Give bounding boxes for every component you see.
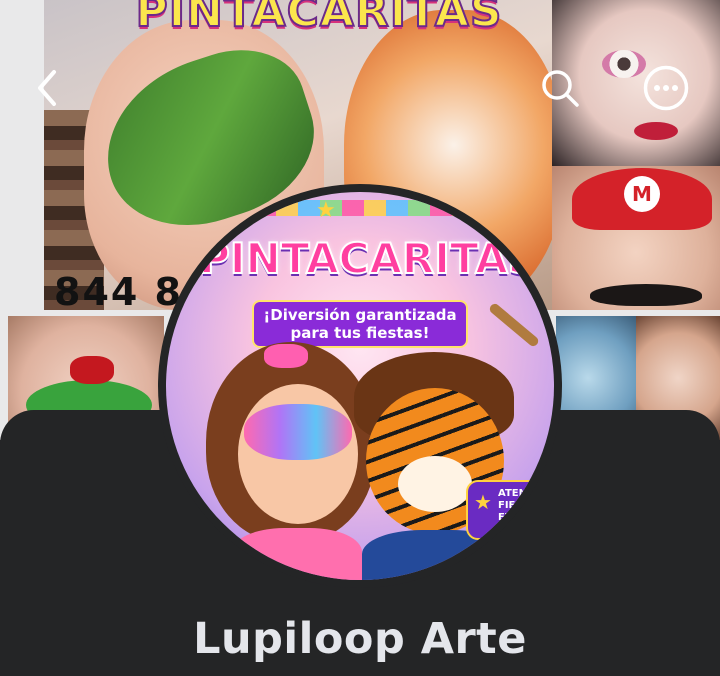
star-icon: ★ xyxy=(316,198,336,223)
girl-hair-bow xyxy=(264,344,308,368)
cover-phone-number: 844 8 xyxy=(54,270,183,310)
profile-avatar[interactable]: ★ ★ ★ ¡PINTACARITAS! ¡Diversión garantiz… xyxy=(166,192,554,580)
avatar-subtitle-line1: ¡Diversión garantizada xyxy=(263,306,457,324)
boy-illustration xyxy=(352,352,522,580)
butterfly-face-paint xyxy=(244,404,352,460)
search-button[interactable] xyxy=(538,66,582,110)
avatar-subtitle: ¡Diversión garantizada para tus fiestas! xyxy=(252,300,468,348)
mustache xyxy=(590,284,702,306)
services-badge: ★ ATENDE FIEST EVE Y... xyxy=(466,480,554,540)
chevron-left-icon xyxy=(38,70,56,106)
star-icon: ★ xyxy=(474,490,492,514)
red-lips xyxy=(634,122,678,140)
mario-hat: M xyxy=(572,168,712,230)
services-badge-text: ATENDE FIEST EVE Y... xyxy=(498,488,543,523)
cover-tile-mario: M xyxy=(552,166,720,310)
mario-hat-letter: M xyxy=(624,176,660,212)
painted-eye xyxy=(602,50,646,78)
profile-name: Lupiloop Arte xyxy=(193,614,527,664)
search-icon xyxy=(542,70,579,107)
tiger-muzzle xyxy=(398,456,472,512)
avatar-subtitle-line2: para tus fiestas! xyxy=(290,324,430,342)
paintbrush-icon xyxy=(487,301,541,349)
cover-banner-title: PINTACARITAS xyxy=(134,0,503,38)
more-options-button[interactable] xyxy=(642,64,690,112)
girl-shirt xyxy=(232,528,362,580)
red-bow xyxy=(70,356,114,384)
more-horizontal-icon xyxy=(643,65,689,111)
back-button[interactable] xyxy=(28,66,68,110)
avatar-title: ¡PINTACARITAS! xyxy=(179,233,554,284)
girl-illustration xyxy=(206,342,376,580)
